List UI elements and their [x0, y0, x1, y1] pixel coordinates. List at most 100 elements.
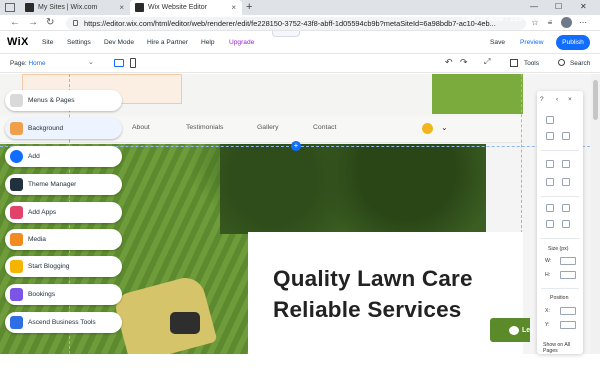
menu-help[interactable]: Help — [201, 39, 215, 46]
wix-favicon-icon — [135, 3, 144, 12]
profile-avatar[interactable] — [561, 17, 572, 28]
back-icon[interactable]: ← — [10, 17, 20, 28]
chevron-down-icon[interactable]: ⌄ — [88, 58, 94, 66]
distribute-icon[interactable] — [562, 178, 570, 186]
arrange-backward-icon[interactable] — [562, 160, 570, 168]
add-icon — [10, 150, 23, 163]
save-button[interactable]: Save — [490, 39, 505, 46]
undo-icon[interactable]: ↶ — [445, 57, 453, 68]
media-icon — [10, 233, 23, 246]
duplicate-icon[interactable] — [546, 132, 554, 140]
hero-heading-line1[interactable]: Quality Lawn Care — [273, 266, 473, 292]
mobile-view-icon[interactable] — [130, 58, 136, 68]
close-icon[interactable]: × — [568, 96, 572, 103]
minimize-icon[interactable]: — — [530, 2, 538, 11]
wix-favicon-icon — [25, 3, 34, 12]
desktop-view-icon[interactable] — [114, 59, 124, 67]
match-width-icon[interactable] — [562, 204, 570, 212]
site-logo-icon[interactable] — [422, 123, 433, 134]
height-input[interactable] — [560, 271, 576, 279]
zoom-fit-icon[interactable]: ⤢ — [484, 57, 490, 67]
wix-logo[interactable]: WiX — [7, 36, 29, 48]
bookings-icon — [10, 288, 23, 301]
panel-bookings-button[interactable]: Bookings — [5, 284, 122, 305]
menu-dev-mode[interactable]: Dev Mode — [104, 39, 134, 46]
panel-add-apps-button[interactable]: Add Apps — [5, 202, 122, 223]
nav-link-gallery[interactable]: Gallery — [257, 124, 279, 131]
panel-add-button[interactable]: Add — [5, 146, 122, 167]
blog-icon — [10, 260, 23, 273]
show-on-all-pages-label[interactable]: Show on All Pages — [543, 342, 579, 354]
new-tab-button[interactable]: + — [246, 1, 252, 13]
tools-icon[interactable] — [510, 59, 518, 67]
collapse-icon[interactable]: ‹ — [556, 96, 558, 103]
panel-start-blogging-button[interactable]: Start Blogging — [5, 256, 122, 277]
match-size-icon[interactable] — [546, 204, 554, 212]
x-input[interactable] — [560, 307, 576, 315]
nav-link-testimonials[interactable]: Testimonials — [186, 124, 223, 131]
divider — [541, 196, 579, 197]
bushes-image — [220, 144, 486, 234]
hero-heading-line2[interactable]: Reliable Services — [273, 297, 462, 323]
publish-button[interactable]: Publish — [556, 35, 590, 50]
mower-seat-image — [170, 312, 200, 334]
arrange-forward-icon[interactable] — [546, 160, 554, 168]
close-window-icon[interactable]: ✕ — [580, 2, 587, 11]
position-label: Position — [550, 295, 569, 301]
call-us-text: Call Us Now : 123-456-7890 — [462, 14, 555, 23]
help-icon[interactable]: ? — [540, 96, 544, 103]
close-tab-icon[interactable]: × — [119, 3, 124, 12]
preview-button[interactable]: Preview — [520, 39, 543, 46]
align-icon[interactable] — [546, 178, 554, 186]
menu-upgrade[interactable]: Upgrade — [229, 39, 254, 46]
redo-icon[interactable]: ↷ — [460, 57, 468, 68]
menu-site[interactable]: Site — [42, 39, 53, 46]
lock-icon — [73, 20, 78, 26]
more-menu-icon[interactable]: ⋯ — [578, 18, 588, 28]
divider — [541, 238, 579, 239]
close-tab-icon[interactable]: × — [231, 3, 236, 12]
tab-wix-editor[interactable]: Wix Website Editor × — [130, 0, 242, 15]
scrollbar-thumb[interactable] — [593, 80, 598, 120]
y-label: Y: — [545, 322, 550, 328]
divider — [541, 288, 579, 289]
url-bar[interactable]: https://editor.wix.com/html/editor/web/r… — [66, 17, 526, 30]
maximize-icon[interactable]: ☐ — [555, 2, 562, 11]
rotate-icon[interactable] — [562, 220, 570, 228]
forward-icon[interactable]: → — [28, 17, 38, 28]
chevron-down-icon[interactable]: ⌄ — [441, 123, 448, 132]
search-button[interactable]: Search — [570, 60, 590, 67]
background-icon — [10, 122, 23, 135]
panel-menus-pages-button[interactable]: Menus & Pages — [5, 90, 122, 111]
delete-icon[interactable] — [562, 132, 570, 140]
search-icon[interactable] — [558, 59, 565, 66]
tools-button[interactable]: Tools — [524, 60, 539, 67]
height-label: H: — [545, 272, 551, 278]
panel-media-button[interactable]: Media — [5, 229, 122, 250]
ascend-icon — [10, 316, 23, 329]
apps-icon — [10, 206, 23, 219]
stretch-icon[interactable] — [546, 220, 554, 228]
nav-link-contact[interactable]: Contact — [313, 124, 336, 131]
add-section-icon[interactable]: + — [291, 141, 301, 151]
call-banner[interactable] — [432, 74, 523, 114]
x-label: X: — [545, 308, 550, 314]
menu-settings[interactable]: Settings — [67, 39, 91, 46]
divider — [541, 150, 579, 151]
copy-icon[interactable] — [546, 116, 554, 124]
size-label: Size (px) — [548, 246, 569, 252]
panel-theme-manager-button[interactable]: Theme Manager — [5, 174, 122, 195]
panel-background-button[interactable]: Background — [5, 118, 122, 139]
reload-icon[interactable]: ↻ — [46, 17, 54, 28]
tab-my-sites[interactable]: My Sites | Wix.com × — [20, 0, 130, 15]
browser-tab-strip: My Sites | Wix.com × Wix Website Editor … — [0, 0, 600, 15]
tab-actions-icon[interactable] — [5, 3, 15, 12]
drag-handle[interactable] — [272, 31, 300, 37]
chat-bubble-icon — [509, 326, 519, 335]
menu-hire-partner[interactable]: Hire a Partner — [147, 39, 188, 46]
y-input[interactable] — [560, 321, 576, 329]
panel-ascend-button[interactable]: Ascend Business Tools — [5, 312, 122, 333]
page-selector[interactable]: Page: Home — [10, 60, 46, 67]
nav-link-about[interactable]: About — [132, 124, 150, 131]
width-input[interactable] — [560, 257, 576, 265]
